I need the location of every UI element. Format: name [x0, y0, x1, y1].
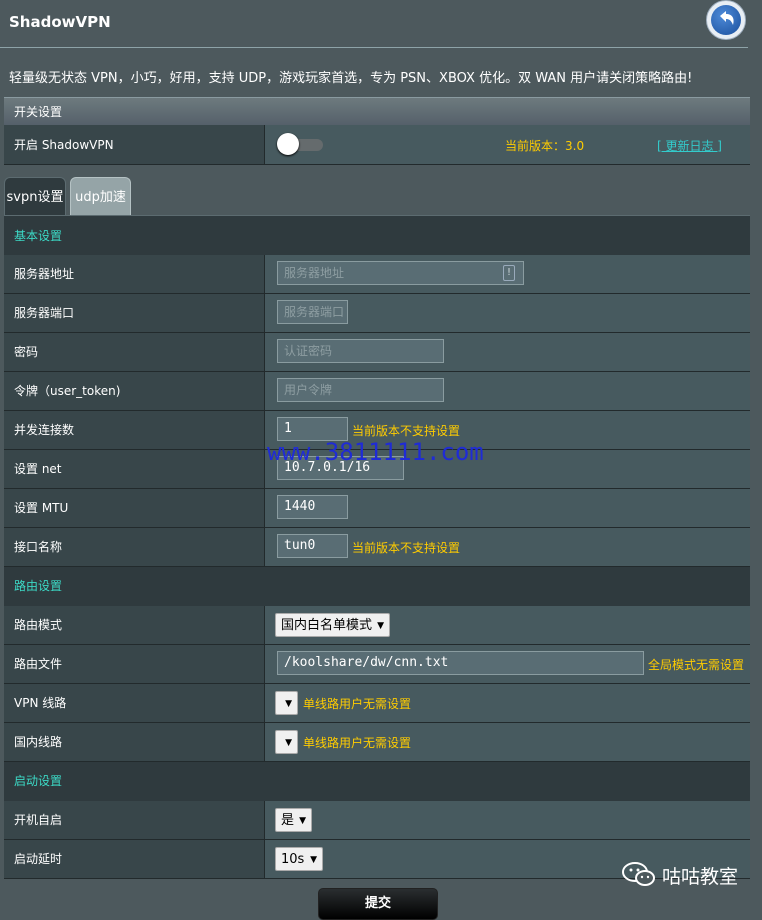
server-port-input[interactable]: 服务器端口	[277, 300, 348, 324]
changelog-link[interactable]: [ 更新日志 ]	[657, 137, 722, 154]
vpn-line-label: VPN 线路	[4, 684, 264, 722]
version-text: 当前版本：3.0	[505, 139, 585, 153]
net-label: 设置 net	[4, 450, 264, 488]
routing-mode-row: 路由模式 国内白名单模式 ▼	[4, 606, 750, 645]
vpn-line-row: VPN 线路 ▼ 单线路用户无需设置	[4, 684, 750, 723]
password-label: 密码	[4, 333, 264, 371]
routing-mode-cell: 国内白名单模式 ▼	[264, 606, 750, 644]
dropdown-arrow-icon: ▼	[299, 816, 306, 826]
user-token-input[interactable]: 用户令牌	[277, 378, 444, 402]
server-address-label: 服务器地址	[4, 255, 264, 293]
password-input[interactable]: 认证密码	[277, 339, 444, 363]
routing-mode-label: 路由模式	[4, 606, 264, 644]
interface-name-hint: 当前版本不支持设置	[352, 541, 461, 555]
dropdown-arrow-icon: ▼	[310, 855, 317, 865]
page-title: ShadowVPN	[9, 13, 111, 31]
user-token-row: 令牌（user_token) 用户令牌	[4, 372, 750, 411]
domestic-line-row: 国内线路 ▼ 单线路用户无需设置	[4, 723, 750, 762]
routing-file-hint: 全局模式无需设置	[648, 658, 745, 672]
server-port-cell: 服务器端口	[264, 294, 750, 332]
enable-row: 开启 ShadowVPN 当前版本：3.0 [ 更新日志 ]	[4, 125, 750, 165]
tab-udp-acceleration[interactable]: udp加速	[70, 177, 131, 215]
shadowvpn-page: ShadowVPN 轻量级无状态 VPN，小巧，好用，支持 UDP，游戏玩家首选…	[0, 0, 762, 920]
routing-mode-value: 国内白名单模式	[281, 618, 373, 633]
startup-section-header: 启动设置	[4, 762, 750, 801]
concurrent-connections-hint: 当前版本不支持设置	[352, 424, 461, 438]
info-icon: !	[503, 265, 515, 281]
enable-value-cell: 当前版本：3.0 [ 更新日志 ]	[264, 125, 750, 164]
server-address-cell: 服务器地址 !	[264, 255, 750, 293]
autostart-value: 是	[281, 813, 295, 828]
autostart-row: 开机自启 是 ▼	[4, 801, 750, 840]
interface-name-label: 接口名称	[4, 528, 264, 566]
start-delay-select[interactable]: 10s ▼	[275, 847, 323, 871]
enable-label: 开启 ShadowVPN	[4, 125, 264, 164]
server-port-label: 服务器端口	[4, 294, 264, 332]
switch-section-header: 开关设置	[4, 97, 750, 125]
interface-name-row: 接口名称 tun0 当前版本不支持设置	[4, 528, 750, 567]
domestic-line-cell: ▼ 单线路用户无需设置	[264, 723, 750, 761]
interface-name-cell: tun0 当前版本不支持设置	[264, 528, 750, 566]
routing-mode-select[interactable]: 国内白名单模式 ▼	[275, 613, 390, 637]
server-port-row: 服务器端口 服务器端口	[4, 294, 750, 333]
user-token-cell: 用户令牌	[264, 372, 750, 410]
user-token-label: 令牌（user_token)	[4, 372, 264, 410]
toggle-knob	[277, 133, 299, 155]
back-button[interactable]	[706, 0, 746, 40]
wechat-badge: 咕咕教室	[622, 858, 758, 890]
vpn-line-hint: 单线路用户无需设置	[303, 697, 412, 711]
concurrent-connections-label: 并发连接数	[4, 411, 264, 449]
password-row: 密码 认证密码	[4, 333, 750, 372]
vpn-line-select[interactable]: ▼	[275, 691, 298, 715]
return-arrow-icon	[720, 11, 734, 25]
routing-file-label: 路由文件	[4, 645, 264, 683]
wechat-icon	[622, 862, 655, 886]
wechat-label: 咕咕教室	[662, 866, 739, 888]
title-divider	[0, 47, 748, 48]
interface-name-input[interactable]: tun0	[277, 534, 348, 558]
start-delay-value: 10s	[281, 852, 305, 867]
tab-bar: svpn设置 udp加速	[4, 175, 750, 215]
start-delay-label: 启动延时	[4, 840, 264, 878]
autostart-select[interactable]: 是 ▼	[275, 808, 312, 832]
page-description: 轻量级无状态 VPN，小巧，好用，支持 UDP，游戏玩家首选，专为 PSN、XB…	[9, 71, 693, 86]
submit-button[interactable]: 提交	[318, 888, 438, 920]
mtu-row: 设置 MTU 1440	[4, 489, 750, 528]
routing-file-row: 路由文件 /koolshare/dw/cnn.txt 全局模式无需设置	[4, 645, 750, 684]
server-address-input[interactable]: 服务器地址	[277, 261, 524, 285]
basic-section-header: 基本设置	[4, 215, 750, 255]
mtu-cell: 1440	[264, 489, 750, 527]
domestic-line-label: 国内线路	[4, 723, 264, 761]
dropdown-arrow-icon: ▼	[285, 738, 292, 748]
password-cell: 认证密码	[264, 333, 750, 371]
tab-svpn-settings[interactable]: svpn设置	[4, 177, 66, 215]
domestic-line-hint: 单线路用户无需设置	[303, 736, 412, 750]
dropdown-arrow-icon: ▼	[285, 699, 292, 709]
watermark-text: www.3811111.com	[267, 438, 484, 466]
mtu-input[interactable]: 1440	[277, 495, 348, 519]
routing-file-cell: /koolshare/dw/cnn.txt 全局模式无需设置	[264, 645, 750, 683]
dropdown-arrow-icon: ▼	[377, 621, 384, 631]
autostart-cell: 是 ▼	[264, 801, 750, 839]
routing-file-input[interactable]: /koolshare/dw/cnn.txt	[277, 651, 644, 675]
server-address-row: 服务器地址 服务器地址 !	[4, 255, 750, 294]
vpn-line-cell: ▼ 单线路用户无需设置	[264, 684, 750, 722]
routing-section-header: 路由设置	[4, 567, 750, 606]
autostart-label: 开机自启	[4, 801, 264, 839]
mtu-label: 设置 MTU	[4, 489, 264, 527]
domestic-line-select[interactable]: ▼	[275, 730, 298, 754]
enable-toggle[interactable]	[277, 133, 323, 155]
